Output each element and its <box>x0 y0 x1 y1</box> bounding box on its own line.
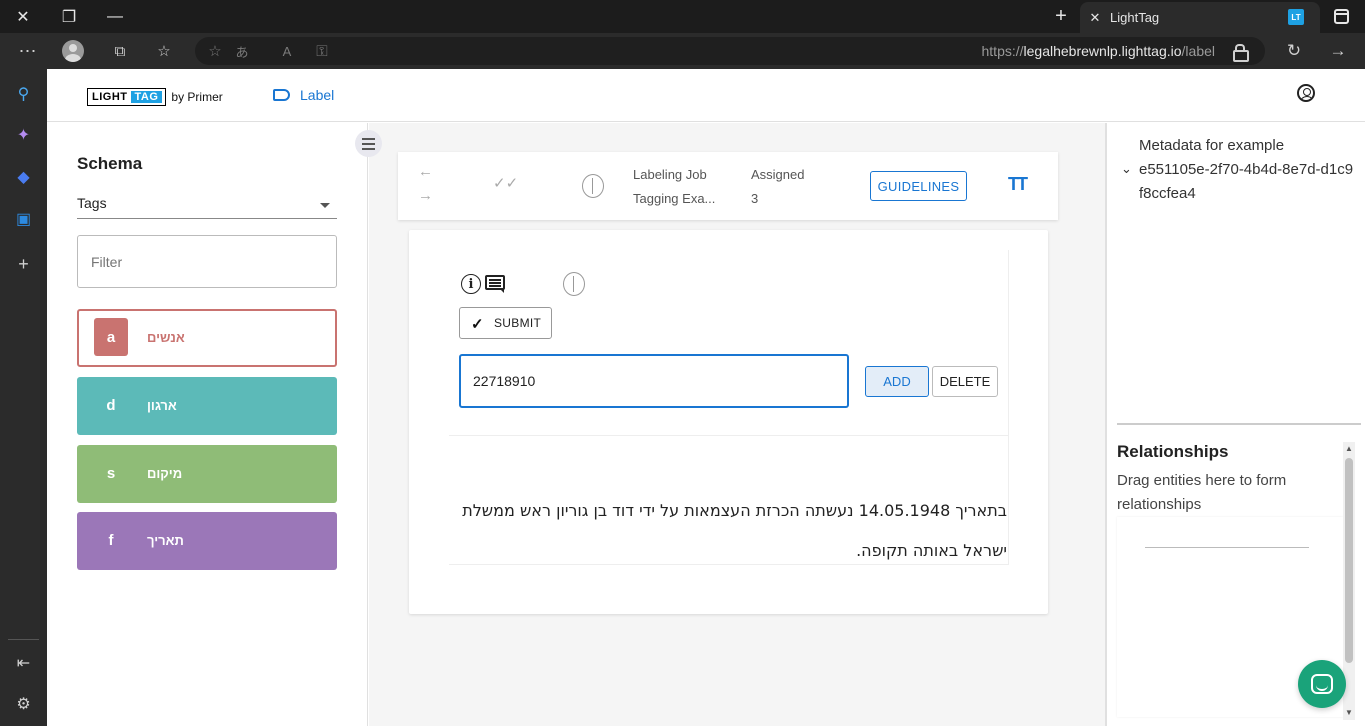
settings-gear-icon[interactable]: ⚙ <box>0 689 47 719</box>
restore-window-icon[interactable]: ❐ <box>46 0 92 33</box>
chat-icon <box>1311 674 1333 694</box>
refresh-icon[interactable]: ↻ <box>1277 33 1311 69</box>
browser-toolbar: ⋯ ⧉ ☆ ☆ あ A ⚿ https://legalhebrewnlp.lig… <box>0 33 1365 69</box>
url-text: https://legalhebrewnlp.lighttag.io/label <box>981 43 1216 59</box>
add-sidebar-icon[interactable]: + <box>0 249 47 279</box>
app-header: LIGHT TAG by Primer Label <box>47 69 1365 122</box>
filter-input[interactable] <box>77 235 337 288</box>
comment-icon[interactable] <box>485 275 505 293</box>
previous-arrow-icon[interactable]: ← <box>418 163 433 180</box>
schema-title: Schema <box>77 154 143 173</box>
account-icon[interactable] <box>1297 84 1315 102</box>
labeling-job-value: Tagging Exa... <box>633 191 716 206</box>
delete-button[interactable]: DELETE <box>932 366 998 397</box>
tag-name: מיקום <box>147 466 183 481</box>
assigned-label: Assigned <box>751 167 805 182</box>
outlook-icon[interactable]: ▣ <box>0 204 47 234</box>
tag-item-date[interactable]: f תאריך <box>77 512 337 570</box>
text-size-icon[interactable]: TT <box>1008 174 1028 195</box>
forward-icon[interactable]: → <box>1321 33 1355 69</box>
tab-favicon: LT <box>1288 9 1304 25</box>
tag-item-location[interactable]: s מיקום <box>77 445 337 503</box>
assigned-value: 3 <box>751 191 759 206</box>
labeling-job-label: Labeling Job <box>633 167 707 182</box>
right-panel: ⌄ Metadata for example e551105e-2f70-4b4… <box>1105 123 1365 726</box>
tab-title: LightTag <box>1110 10 1160 25</box>
sidebar-divider <box>8 639 39 640</box>
new-tab-icon[interactable]: + <box>1038 0 1084 33</box>
chevron-down-icon[interactable]: ⌄ <box>1121 161 1132 177</box>
schema-panel: Schema Tags a אנשים d ארגון s מיקום f תא… <box>47 123 368 726</box>
example-card: i ✓ SUBMIT ADD DELETE בתאריך 14.05.1948 … <box>409 230 1048 614</box>
tag-key: a <box>94 318 128 356</box>
scroll-down-icon[interactable]: ▼ <box>1345 708 1353 717</box>
entity-id-input[interactable] <box>459 354 849 408</box>
check-icon: ✓ <box>471 316 484 333</box>
label-icon <box>273 89 290 101</box>
collections-icon[interactable]: ⧉ <box>103 33 137 69</box>
browser-tab[interactable]: ✕ LightTag LT <box>1080 2 1320 33</box>
minimize-window-icon[interactable]: — <box>92 0 138 33</box>
close-tab-icon[interactable]: ✕ <box>1080 10 1110 26</box>
browser-titlebar: ✕ ❐ — + ✕ LightTag LT <box>0 0 1365 33</box>
translate-icon[interactable]: あ <box>225 33 259 69</box>
tag-item-people[interactable]: a אנשים <box>77 309 337 367</box>
metadata-section: Metadata for example e551105e-2f70-4b4d-… <box>1139 134 1354 206</box>
scrollbar-thumb[interactable] <box>1345 458 1353 663</box>
favorites-icon[interactable]: ☆ <box>147 33 181 69</box>
guidelines-button[interactable]: GUIDELINES <box>870 171 967 201</box>
workspaces-icon[interactable] <box>1334 9 1349 24</box>
schema-type-select[interactable]: Tags <box>77 191 337 219</box>
relationships-divider <box>1145 547 1309 548</box>
copilot-icon[interactable]: ✦ <box>0 120 47 150</box>
metadata-id: e551105e-2f70-4b4d-8e7d-d1c9f8ccfea4 <box>1139 161 1354 202</box>
tag-item-organization[interactable]: d ארגון <box>77 377 337 435</box>
tag-name: אנשים <box>147 330 185 345</box>
tag-key: d <box>106 396 116 414</box>
double-check-icon[interactable]: ✓✓ <box>493 174 518 192</box>
address-bar[interactable]: ☆ あ A ⚿ https://legalhebrewnlp.lighttag.… <box>195 37 1265 65</box>
next-arrow-icon[interactable]: → <box>418 187 433 204</box>
lock-icon[interactable] <box>1233 44 1249 62</box>
search-icon[interactable]: ⚲ <box>0 79 47 109</box>
more-options-icon[interactable]: ⋯ <box>11 33 45 69</box>
tag-key: s <box>106 464 116 482</box>
example-text-block[interactable]: בתאריך 14.05.1948 נעשתה הכרזת העצמאות על… <box>449 435 1009 565</box>
metadata-title: Metadata for example <box>1139 137 1285 154</box>
add-button[interactable]: ADD <box>865 366 929 397</box>
nav-label-link[interactable]: Label <box>273 87 334 103</box>
brain-icon[interactable] <box>563 272 585 296</box>
hide-sidebar-icon[interactable]: ⇤ <box>0 648 47 678</box>
dropdown-arrow-icon <box>320 203 330 208</box>
read-aloud-icon[interactable]: A <box>270 33 304 69</box>
profile-icon[interactable] <box>56 33 90 69</box>
close-window-icon[interactable]: ✕ <box>0 0 46 33</box>
menu-toggle-button[interactable] <box>355 130 382 157</box>
lighttag-logo[interactable]: LIGHT TAG by Primer <box>87 86 223 107</box>
tag-key: f <box>108 531 114 549</box>
relationships-description: Drag entities here to form relationships <box>1117 472 1287 513</box>
tag-name: תאריך <box>147 533 184 548</box>
labeling-toolbar: ← → ✓✓ Labeling Job Tagging Exa... Assig… <box>398 152 1058 220</box>
tag-name: ארגון <box>147 398 177 413</box>
brain-icon[interactable] <box>582 174 604 198</box>
edge-sidebar: ⚲ ✦ ◆ ▣ + ⇤ ⚙ <box>0 69 47 726</box>
scroll-up-icon[interactable]: ▲ <box>1345 444 1353 453</box>
main-area: ← → ✓✓ Labeling Job Tagging Exa... Assig… <box>369 123 1105 726</box>
submit-button[interactable]: ✓ SUBMIT <box>459 307 552 339</box>
chat-support-button[interactable] <box>1298 660 1346 708</box>
key-icon[interactable]: ⚿ <box>305 33 339 69</box>
relationships-title: Relationships <box>1117 442 1229 461</box>
panel-divider <box>1117 423 1361 425</box>
info-icon[interactable]: i <box>461 274 481 294</box>
edge-icon[interactable]: ◆ <box>0 162 47 192</box>
example-controls: i ✓ SUBMIT ADD DELETE <box>449 250 1009 435</box>
example-text[interactable]: בתאריך 14.05.1948 נעשתה הכרזת העצמאות על… <box>442 491 1007 571</box>
